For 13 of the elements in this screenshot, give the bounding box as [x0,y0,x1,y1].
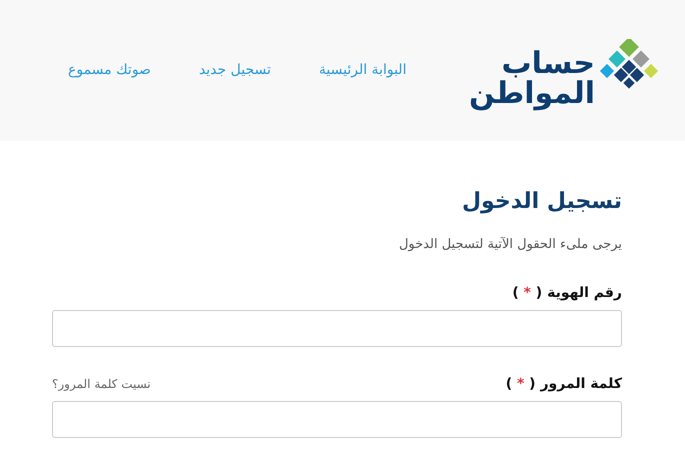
input-field[interactable] [52,400,622,438]
forgot-password-link[interactable]: نسيت كلمة المرور؟ [52,375,151,394]
field-label: كلمة المرور ( * ) [506,374,622,394]
logo-text: المواطن [468,78,595,108]
field-label: رقم الهوية ( * ) [512,284,622,303]
logo-text: حساب [501,48,595,78]
page-title: تسجيل الدخول [460,189,622,216]
nav-link[interactable]: البوابة الرئيسية [318,60,406,81]
logo-mark-icon [599,38,661,88]
instruction-text: يرجى ملىء الحقول الآتية لتسجيل الدخول [398,236,622,254]
nav-link[interactable]: تسجيل جديد [198,60,271,81]
nav-link[interactable]: صوتك مسموع [68,60,151,81]
input-field[interactable] [52,310,622,347]
